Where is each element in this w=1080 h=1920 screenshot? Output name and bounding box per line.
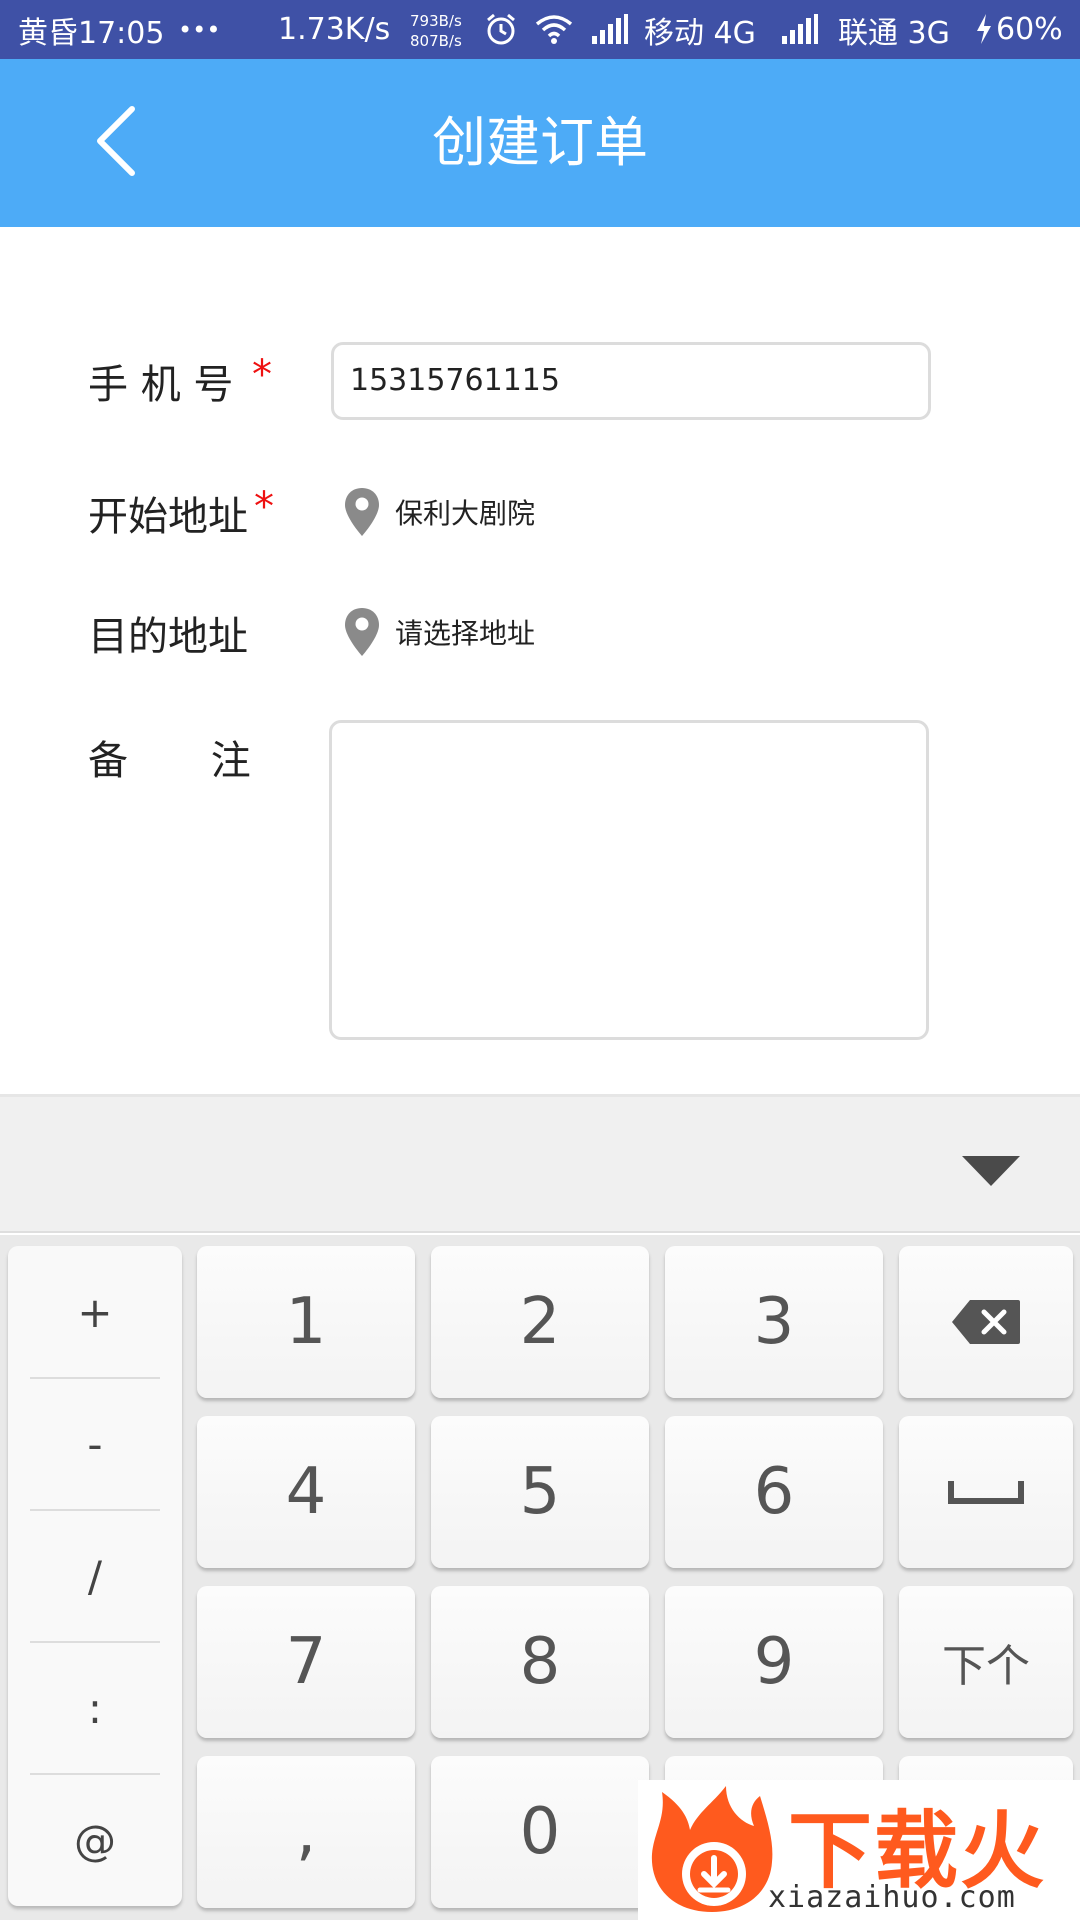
symbol-column: + - / : @ — [8, 1246, 182, 1906]
status-bar: 黄昏17:05 ••• 1.73K/s 793B/s 807B/s 移动 4G … — [0, 0, 1080, 59]
key-5[interactable]: 5 — [431, 1416, 649, 1568]
key-7[interactable]: 7 — [197, 1586, 415, 1738]
status-upload: 793B/s — [410, 12, 462, 30]
space-icon — [948, 1481, 1024, 1504]
phone-required-mark: * — [252, 352, 272, 398]
backspace-icon — [952, 1300, 1020, 1344]
remark-label: 备 注 — [88, 738, 261, 784]
watermark: 下载火 xiazaihuo.com — [638, 1780, 1080, 1920]
key-8-label: 8 — [519, 1625, 561, 1699]
remark-textarea[interactable] — [329, 720, 929, 1040]
key-6[interactable]: 6 — [665, 1416, 883, 1568]
key-3[interactable]: 3 — [665, 1246, 883, 1398]
key-9[interactable]: 9 — [665, 1586, 883, 1738]
key-4[interactable]: 4 — [197, 1416, 415, 1568]
key-colon[interactable]: : — [8, 1642, 182, 1774]
watermark-url: xiazaihuo.com — [768, 1880, 1016, 1915]
key-minus[interactable]: - — [8, 1378, 182, 1510]
next-key-label: 下个 — [942, 1641, 1030, 1692]
key-7-label: 7 — [285, 1625, 327, 1699]
status-carrier-2: 联通 3G — [838, 15, 950, 51]
location-pin-icon — [345, 488, 379, 536]
status-time: 黄昏17:05 — [18, 15, 165, 51]
wifi-icon — [535, 15, 573, 44]
signal-icon-2 — [782, 14, 818, 44]
key-0[interactable]: 0 — [431, 1756, 649, 1908]
key-slash[interactable]: / — [8, 1510, 182, 1642]
next-key[interactable]: 下个 — [899, 1586, 1073, 1738]
alarm-icon — [487, 13, 515, 45]
start-address-label: 开始地址 — [88, 494, 248, 540]
status-download: 807B/s — [410, 32, 462, 50]
key-1[interactable]: 1 — [197, 1246, 415, 1398]
key-comma-label: , — [295, 1795, 317, 1869]
start-address-picker[interactable]: 保利大剧院 — [343, 482, 535, 542]
charging-icon — [977, 14, 991, 44]
phone-label: 手 机 号 — [88, 362, 234, 408]
space-key[interactable] — [899, 1416, 1073, 1568]
key-9-label: 9 — [753, 1625, 795, 1699]
key-3-label: 3 — [753, 1285, 795, 1359]
location-pin-icon-2 — [345, 608, 379, 656]
destination-label: 目的地址 — [88, 614, 248, 660]
key-6-label: 6 — [753, 1455, 795, 1529]
start-address-value: 保利大剧院 — [395, 497, 536, 530]
start-required-mark: * — [254, 484, 274, 530]
phone-input[interactable]: 15315761115 — [331, 342, 931, 420]
back-arrow-icon[interactable] — [80, 97, 170, 187]
key-2-label: 2 — [519, 1285, 561, 1359]
app-bar: 创建订单 — [0, 59, 1080, 227]
status-speed: 1.73K/s — [278, 12, 391, 47]
key-plus[interactable]: + — [8, 1246, 182, 1378]
signal-icon — [592, 14, 628, 44]
key-comma[interactable]: , — [197, 1756, 415, 1908]
keyboard-toolbar — [0, 1097, 1080, 1233]
flame-logo-icon — [651, 1786, 773, 1912]
key-1-label: 1 — [285, 1285, 327, 1359]
backspace-key[interactable] — [899, 1246, 1073, 1398]
key-8[interactable]: 8 — [431, 1586, 649, 1738]
keyboard-hide-icon[interactable] — [958, 1150, 1024, 1190]
status-battery: 60% — [996, 12, 1063, 47]
status-carrier-1: 移动 4G — [644, 15, 756, 51]
key-at[interactable]: @ — [8, 1774, 182, 1906]
destination-placeholder: 请选择地址 — [395, 617, 536, 650]
key-0-label: 0 — [519, 1795, 561, 1869]
key-5-label: 5 — [519, 1455, 561, 1529]
key-2[interactable]: 2 — [431, 1246, 649, 1398]
destination-picker[interactable]: 请选择地址 — [343, 602, 535, 662]
key-4-label: 4 — [285, 1455, 327, 1529]
status-more: ••• — [178, 15, 221, 44]
